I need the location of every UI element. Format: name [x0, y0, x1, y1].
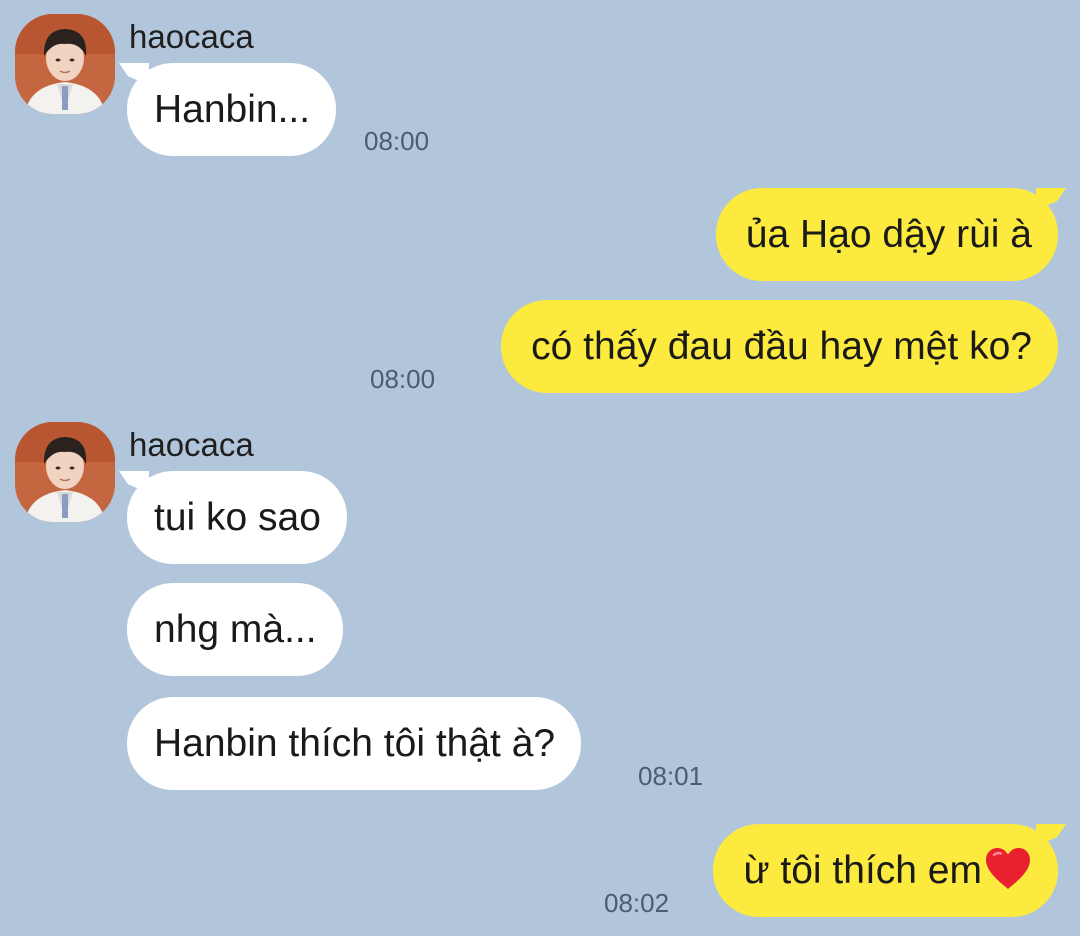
avatar-photo-icon: [15, 14, 115, 114]
message-bubble-outgoing[interactable]: ừ tôi thích em: [713, 824, 1058, 917]
message-timestamp: 08:01: [638, 761, 704, 791]
message-timestamp: 08:00: [364, 126, 430, 156]
message-bubble-incoming[interactable]: Hanbin...: [127, 63, 337, 156]
contact-avatar[interactable]: [15, 14, 115, 114]
message-text: ừ tôi thích em: [743, 849, 982, 892]
message-timestamp: 08:02: [604, 888, 670, 918]
message-bubble-incoming[interactable]: nhg mà...: [127, 583, 343, 676]
contact-avatar[interactable]: [15, 422, 115, 522]
message-bubble-incoming[interactable]: tui ko sao: [127, 471, 347, 564]
sender-name: haocaca: [129, 426, 254, 463]
sender-name: haocaca: [129, 18, 254, 55]
message-bubble-outgoing[interactable]: có thấy đau đầu hay mệt ko?: [501, 300, 1058, 393]
message-bubble-incoming[interactable]: Hanbin thích tôi thật à?: [127, 697, 582, 790]
message-bubble-outgoing[interactable]: ủa Hạo dậy rùi à: [715, 188, 1058, 281]
message-timestamp: 08:00: [370, 364, 436, 394]
avatar-photo-icon: [15, 422, 115, 522]
red-heart-icon: [986, 847, 1030, 889]
